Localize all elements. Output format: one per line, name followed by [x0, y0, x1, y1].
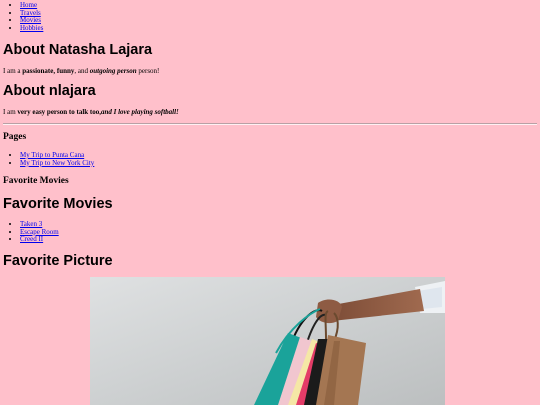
about1-text-post: person! — [136, 67, 160, 75]
about-natasha-text: I am a passionate, funny, and outgoing p… — [3, 67, 159, 75]
about2-text-bold: very easy person to talk too, — [17, 108, 101, 116]
favorite-movies-heading: Favorite Movies — [3, 196, 113, 212]
movies-list: Taken 3 Escape Room Creed II — [0, 220, 59, 244]
about2-text-bold-italic: and I love playing softball! — [101, 108, 179, 116]
divider — [3, 123, 537, 125]
about-natasha-heading: About Natasha Lajara — [3, 42, 153, 58]
favorite-picture-image — [90, 277, 445, 405]
nav-link-hobbies[interactable]: Hobbies — [20, 24, 43, 32]
about-nlajara-heading: About nlajara — [3, 83, 96, 99]
pages-heading: Pages — [3, 132, 27, 142]
movie-link-creed-ii[interactable]: Creed II — [20, 235, 43, 243]
about1-text-pre: I am a — [3, 67, 23, 75]
about1-text-mid: , and — [74, 67, 90, 75]
link-new-york-city[interactable]: My Trip to New York City — [20, 159, 94, 167]
shopping-bags-illustration — [90, 277, 445, 405]
about-nlajara-text: I am very easy person to talk too,and I … — [3, 108, 179, 116]
nav-list: Home Travels Movies Hobbies — [0, 1, 43, 33]
nav-item-hobbies: Hobbies — [20, 24, 43, 33]
pages-list-item: My Trip to New York City — [20, 159, 94, 168]
favorite-movies-subheading: Favorite Movies — [3, 176, 69, 186]
movies-list-item: Creed II — [20, 235, 59, 244]
about1-text-bold-italic: outgoing person — [89, 67, 137, 75]
about1-text-bold: passionate, funny — [22, 67, 75, 75]
pages-list: My Trip to Punta Cana My Trip to New Yor… — [0, 151, 94, 168]
about2-text-pre: I am — [3, 108, 18, 116]
favorite-picture-heading: Favorite Picture — [3, 253, 113, 269]
